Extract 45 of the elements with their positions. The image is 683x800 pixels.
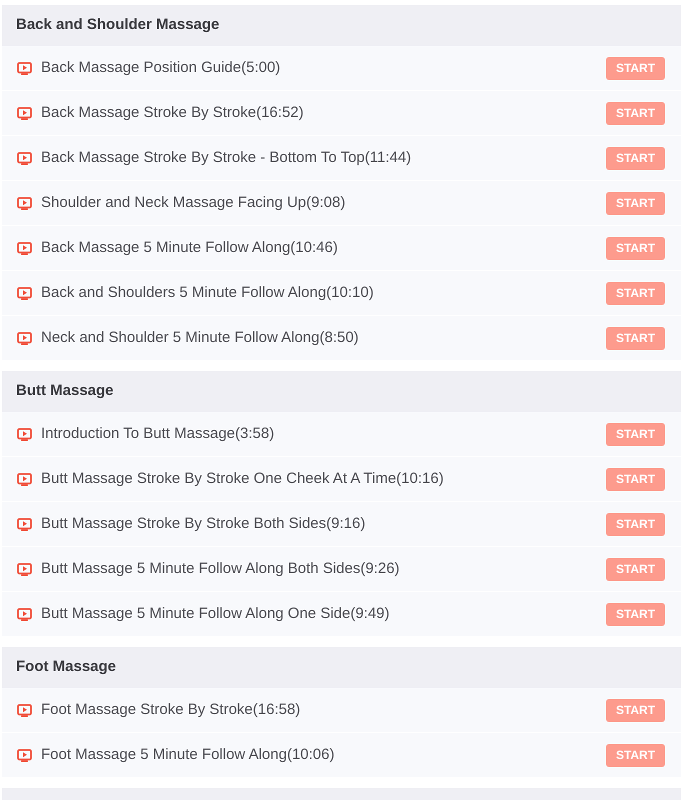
video-play-icon xyxy=(17,518,32,530)
lesson-row[interactable]: Foot Massage 5 Minute Follow Along(10:06) START xyxy=(2,733,681,777)
section-title: Back and Shoulder Massage xyxy=(16,15,220,36)
video-play-icon xyxy=(17,332,32,344)
lesson-title: Butt Massage Stroke By Stroke Both Sides(9:16) xyxy=(41,514,366,534)
video-play-icon xyxy=(17,242,32,254)
video-play-icon xyxy=(17,748,32,762)
lesson-title: Foot Massage 5 Minute Follow Along(10:06) xyxy=(41,744,334,765)
lesson-row[interactable]: Neck and Shoulder 5 Minute Follow Along(8:50) START xyxy=(2,316,681,360)
lesson-title: Back Massage Position Guide(5:00) xyxy=(41,58,280,78)
lesson-title: Back Massage Stroke By Stroke(16:52) xyxy=(41,102,304,123)
lesson-title: Foot Massage Stroke By Stroke(16:58) xyxy=(41,700,300,720)
lesson-title: Back Massage 5 Minute Follow Along(10:46) xyxy=(41,238,338,258)
lesson-row[interactable]: Back Massage Stroke By Stroke(16:52) START xyxy=(2,91,681,135)
lesson-row[interactable]: Foot Massage Stroke By Stroke(16:58) START xyxy=(2,688,681,732)
video-play-icon xyxy=(17,106,32,120)
lesson-title: Back Massage Stroke By Stroke - Bottom To Top(11:44) xyxy=(41,148,412,168)
lesson-row[interactable]: Butt Massage 5 Minute Follow Along One Side(9:49) START xyxy=(2,592,681,636)
lesson-row[interactable]: Introduction To Butt Massage(3:58) START xyxy=(2,412,681,456)
lesson-title: Butt Massage Stroke By Stroke One Cheek At A Time(10:16) xyxy=(41,468,444,489)
lesson-title: Shoulder and Neck Massage Facing Up(9:08) xyxy=(41,192,346,213)
lesson-row[interactable]: Shoulder and Neck Massage Facing Up(9:08) START xyxy=(2,181,681,225)
lesson-row[interactable]: Butt Massage Stroke By Stroke Both Sides(9:16) START xyxy=(2,502,681,546)
lesson-title: Butt Massage 5 Minute Follow Along One Side(9:49) xyxy=(41,604,390,624)
video-play-icon xyxy=(17,428,32,440)
video-play-icon xyxy=(17,286,32,300)
video-play-icon xyxy=(17,62,32,74)
section-title: Foot Massage xyxy=(16,657,116,678)
lesson-title: Introduction To Butt Massage(3:58) xyxy=(41,424,274,444)
lesson-row[interactable]: Butt Massage Stroke By Stroke One Cheek At A Time(10:16) START xyxy=(2,457,681,501)
video-play-icon xyxy=(17,704,32,716)
lesson-title: Neck and Shoulder 5 Minute Follow Along(8:50) xyxy=(41,328,359,348)
video-play-icon xyxy=(17,152,32,164)
lesson-row[interactable]: Back Massage 5 Minute Follow Along(10:46) START xyxy=(2,226,681,270)
section-title: Butt Massage xyxy=(16,381,114,402)
lesson-row[interactable]: Back and Shoulders 5 Minute Follow Along(10:10) START xyxy=(2,271,681,315)
lesson-row[interactable]: Back Massage Stroke By Stroke - Bottom To Top(11:44) START xyxy=(2,136,681,180)
lesson-row[interactable]: Butt Massage 5 Minute Follow Along Both Sides(9:26) START xyxy=(2,547,681,591)
video-play-icon xyxy=(17,608,32,620)
lesson-title: Butt Massage 5 Minute Follow Along Both Sides(9:26) xyxy=(41,558,400,579)
video-play-icon xyxy=(17,472,32,486)
video-play-icon xyxy=(17,562,32,576)
lesson-title: Back and Shoulders 5 Minute Follow Along(10:10) xyxy=(41,282,374,303)
video-play-icon xyxy=(17,196,32,210)
lesson-row[interactable]: Back Massage Position Guide(5:00) START xyxy=(2,46,681,90)
